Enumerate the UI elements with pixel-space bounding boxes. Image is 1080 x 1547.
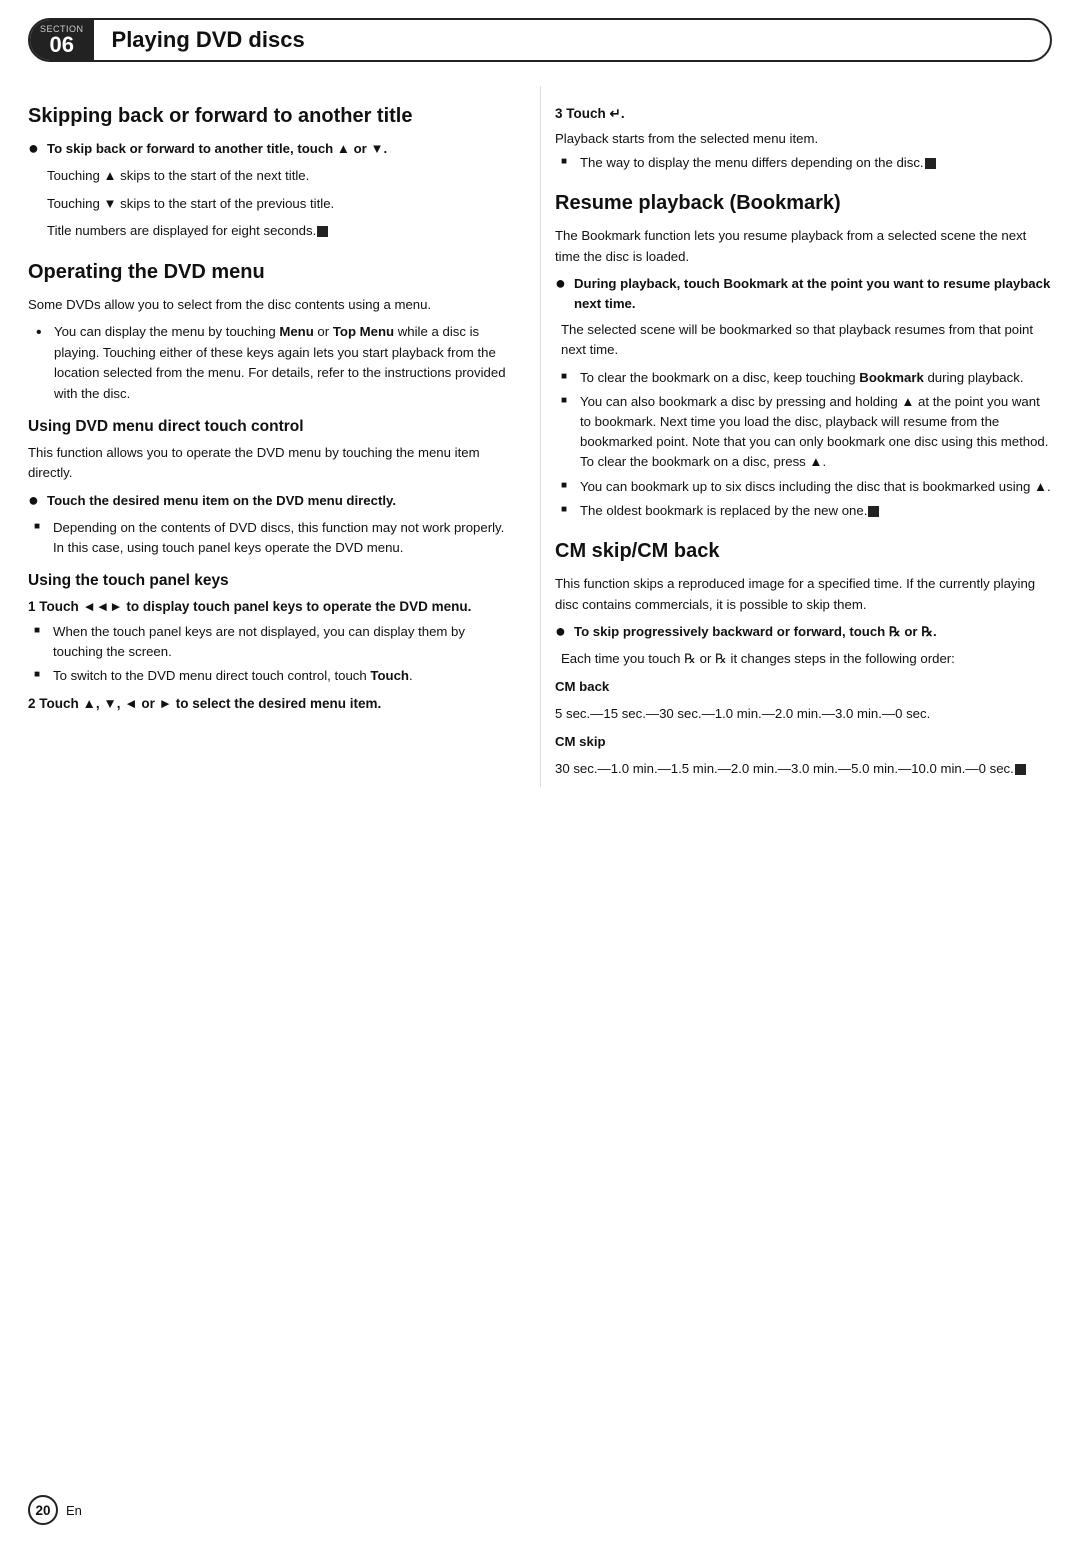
page-language: En bbox=[66, 1503, 82, 1518]
step1: 1 Touch ◄◄► to display touch panel keys … bbox=[28, 597, 514, 686]
dot-bullet-icon: • bbox=[36, 322, 50, 344]
resume-sq2: ■ You can also bookmark a disc by pressi… bbox=[555, 392, 1052, 471]
resume-bullet1: ● During playback, touch Bookmark at the… bbox=[555, 274, 1052, 314]
step1-heading: 1 Touch ◄◄► to display touch panel keys … bbox=[28, 597, 514, 618]
cm-back-value: 5 sec.—15 sec.—30 sec.—1.0 min.—2.0 min.… bbox=[555, 704, 1052, 724]
section2-dot1-text: You can display the menu by touching Men… bbox=[54, 322, 514, 404]
cm-heading: CM skip/CM back bbox=[555, 539, 1052, 564]
page-number: 20 bbox=[28, 1495, 58, 1525]
section2-intro: Some DVDs allow you to select from the d… bbox=[28, 295, 514, 315]
resume-sq3: ■ You can bookmark up to six discs inclu… bbox=[555, 477, 1052, 497]
cm-skip-value: 30 sec.—1.0 min.—1.5 min.—2.0 min.—3.0 m… bbox=[555, 759, 1052, 779]
cm-bullet-bold: To skip progressively backward or forwar… bbox=[574, 622, 937, 642]
section3-bullet-bold: Touch the desired menu item on the DVD m… bbox=[47, 491, 396, 511]
square-bullet-icon4: ■ bbox=[561, 153, 575, 171]
step1-sq1-text: When the touch panel keys are not displa… bbox=[53, 622, 514, 662]
section-resume-heading: Resume playback (Bookmark) bbox=[555, 191, 1052, 216]
cm-bullet1: ● To skip progressively backward or forw… bbox=[555, 622, 1052, 643]
resume-sq3-text: You can bookmark up to six discs includi… bbox=[580, 477, 1051, 497]
page-footer: 20 En bbox=[28, 1495, 82, 1525]
section4-heading: Using the touch panel keys bbox=[28, 572, 514, 590]
section3-intro: This function allows you to operate the … bbox=[28, 443, 514, 484]
step1-sq1: ■ When the touch panel keys are not disp… bbox=[28, 622, 514, 662]
circle-bullet-icon2: ● bbox=[28, 489, 42, 512]
step3-heading: 3 Touch ↵. bbox=[555, 104, 1052, 125]
section3-sq1-text: Depending on the contents of DVD discs, … bbox=[53, 518, 514, 558]
square-bullet-icon2: ■ bbox=[34, 622, 48, 640]
resume-bullet-bold: During playback, touch Bookmark at the p… bbox=[574, 274, 1052, 314]
cm-bullet-text: Each time you touch ℞ or ℞ it changes st… bbox=[555, 649, 1052, 669]
step1-sq2: ■ To switch to the DVD menu direct touch… bbox=[28, 666, 514, 686]
step1-sq2-text: To switch to the DVD menu direct touch c… bbox=[53, 666, 413, 686]
cm-skip-label: CM skip bbox=[555, 732, 1052, 752]
stop-icon2 bbox=[925, 158, 936, 169]
square-bullet-icon7: ■ bbox=[561, 477, 575, 495]
step3-text: Playback starts from the selected menu i… bbox=[555, 129, 1052, 149]
section1-p2: Touching ▼ skips to the start of the pre… bbox=[28, 194, 514, 214]
step3-sq1: ■ The way to display the menu differs de… bbox=[555, 153, 1052, 173]
step2-heading: 2 Touch ▲, ▼, ◄ or ► to select the desir… bbox=[28, 694, 514, 715]
section-number-block: Section 06 bbox=[30, 20, 94, 60]
stop-icon4 bbox=[1015, 764, 1026, 775]
step2: 2 Touch ▲, ▼, ◄ or ► to select the desir… bbox=[28, 694, 514, 715]
section1-p3: Title numbers are displayed for eight se… bbox=[28, 221, 514, 241]
resume-sq1: ■ To clear the bookmark on a disc, keep … bbox=[555, 368, 1052, 388]
page-title: Playing DVD discs bbox=[94, 27, 305, 53]
square-bullet-icon3: ■ bbox=[34, 666, 48, 684]
left-column: Skipping back or forward to another titl… bbox=[28, 86, 540, 787]
right-column: 3 Touch ↵. Playback starts from the sele… bbox=[540, 86, 1052, 787]
step3: 3 Touch ↵. Playback starts from the sele… bbox=[555, 104, 1052, 173]
section1-bullet1-text: To skip back or forward to another title… bbox=[47, 139, 387, 159]
circle-bullet-icon: ● bbox=[28, 137, 42, 160]
section3-bullet1: ● Touch the desired menu item on the DVD… bbox=[28, 491, 514, 512]
square-bullet-icon6: ■ bbox=[561, 392, 575, 410]
cm-intro: This function skips a reproduced image f… bbox=[555, 574, 1052, 615]
section3-heading: Using DVD menu direct touch control bbox=[28, 418, 514, 436]
resume-sq4-text: The oldest bookmark is replaced by the n… bbox=[580, 501, 879, 521]
section-resume-intro: The Bookmark function lets you resume pl… bbox=[555, 226, 1052, 267]
section1-bullet1: ● To skip back or forward to another tit… bbox=[28, 139, 514, 160]
section3-sq1: ■ Depending on the contents of DVD discs… bbox=[28, 518, 514, 558]
resume-sq1-text: To clear the bookmark on a disc, keep to… bbox=[580, 368, 1024, 388]
resume-sq2-text: You can also bookmark a disc by pressing… bbox=[580, 392, 1052, 471]
circle-bullet-icon3: ● bbox=[555, 272, 569, 295]
square-bullet-icon5: ■ bbox=[561, 368, 575, 386]
section1-heading: Skipping back or forward to another titl… bbox=[28, 104, 514, 129]
square-bullet-icon8: ■ bbox=[561, 501, 575, 519]
cm-back-label: CM back bbox=[555, 677, 1052, 697]
main-content: Skipping back or forward to another titl… bbox=[0, 86, 1080, 787]
resume-bullet-text: The selected scene will be bookmarked so… bbox=[555, 320, 1052, 361]
section2-dot1: • You can display the menu by touching M… bbox=[28, 322, 514, 404]
section-number: 06 bbox=[50, 34, 74, 56]
header-bar: Section 06 Playing DVD discs bbox=[28, 18, 1052, 62]
circle-bullet-icon4: ● bbox=[555, 620, 569, 643]
section2-heading: Operating the DVD menu bbox=[28, 260, 514, 285]
section1-p1: Touching ▲ skips to the start of the nex… bbox=[28, 166, 514, 186]
stop-icon3 bbox=[868, 506, 879, 517]
square-bullet-icon: ■ bbox=[34, 518, 48, 536]
stop-icon bbox=[317, 226, 328, 237]
resume-sq4: ■ The oldest bookmark is replaced by the… bbox=[555, 501, 1052, 521]
step3-sq1-text: The way to display the menu differs depe… bbox=[580, 153, 936, 173]
